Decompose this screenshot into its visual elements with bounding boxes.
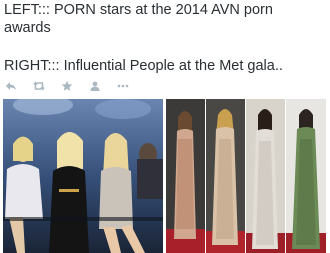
retweet-icon[interactable] xyxy=(33,80,45,92)
more-icon[interactable] xyxy=(117,80,129,92)
tweet-actions xyxy=(5,78,129,94)
share-icon[interactable] xyxy=(89,80,101,92)
right-photo[interactable] xyxy=(166,99,326,253)
tweet-line-1: LEFT::: PORN stars at the 2014 AVN porn xyxy=(4,2,273,18)
reply-icon[interactable] xyxy=(5,80,17,92)
tweet-line-2: awards xyxy=(4,20,51,36)
tweet-line-3: RIGHT::: Influential People at the Met g… xyxy=(4,58,283,74)
left-photo[interactable] xyxy=(3,99,163,253)
favorite-icon[interactable] xyxy=(61,80,73,92)
tweet-media xyxy=(3,99,326,253)
